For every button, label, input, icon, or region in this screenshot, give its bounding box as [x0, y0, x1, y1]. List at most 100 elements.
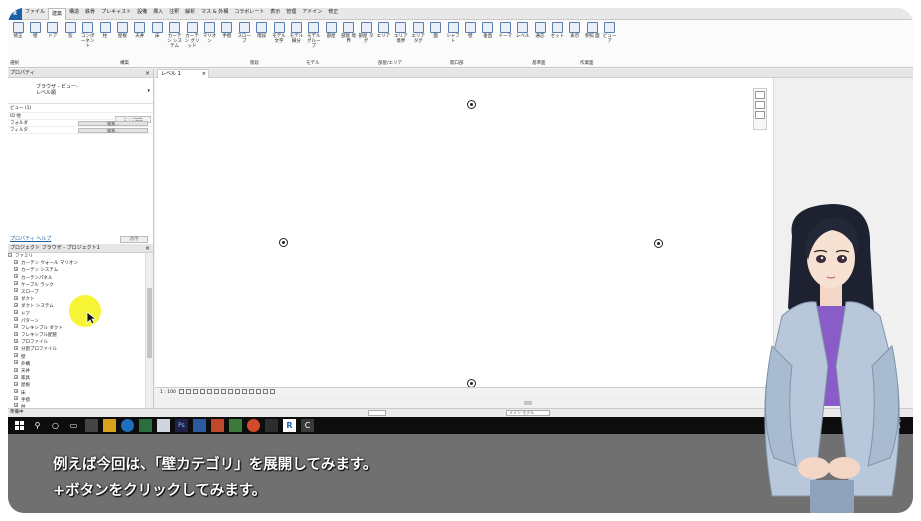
tree-item[interactable]: + 家具 [8, 374, 146, 382]
ribbon-button[interactable]: 床 [149, 22, 165, 39]
expand-icon[interactable]: + [14, 302, 18, 307]
elevation-marker-west[interactable] [279, 238, 288, 247]
ribbon-button[interactable]: 通芯 [532, 22, 548, 39]
app-c-icon[interactable]: C [301, 419, 314, 432]
ribbon-tab[interactable]: 表示 [267, 8, 283, 20]
ribbon-button[interactable]: スロープ [236, 22, 252, 44]
tree-item[interactable]: + 屋根 [8, 381, 146, 389]
revit-icon[interactable]: R [283, 419, 296, 432]
ribbon-button[interactable]: 部屋 境界 [341, 22, 357, 44]
ribbon-button[interactable]: 柱 [97, 22, 113, 39]
tree-item[interactable]: + フレキシブル ダクト [8, 324, 146, 332]
app-icon[interactable] [139, 419, 152, 432]
view-control-icon[interactable] [249, 389, 255, 394]
store-icon[interactable] [157, 419, 170, 432]
ribbon-tab[interactable]: 建築 [48, 8, 67, 20]
instance-filter[interactable]: ビュー (1) [8, 104, 153, 113]
tree-item[interactable]: + 天井 [8, 367, 146, 375]
expand-icon[interactable]: + [14, 288, 18, 293]
app-icon[interactable] [85, 419, 98, 432]
view-control-icon[interactable] [179, 389, 185, 394]
ribbon-button[interactable]: カーテン システム [167, 22, 183, 49]
tree-item[interactable]: + ケーブル ラック [8, 281, 146, 289]
tree-item[interactable]: + 手摺 [8, 396, 146, 404]
chevron-down-icon[interactable]: ▾ [147, 88, 150, 94]
ribbon-button[interactable]: ドア [45, 22, 61, 39]
view-control-icon[interactable] [263, 389, 269, 394]
browser-scrollbar[interactable] [145, 253, 153, 412]
ribbon-button[interactable]: 部屋 [323, 22, 339, 39]
task-view-icon[interactable]: ▭ [67, 419, 80, 432]
view-control-icon[interactable] [242, 389, 248, 394]
search-icon[interactable]: ⚲ [31, 419, 44, 432]
tree-item[interactable]: + フレキシブル配管 [8, 331, 146, 339]
ribbon-tab[interactable]: マス & 外構 [198, 8, 231, 20]
ribbon-button[interactable]: シャフト [445, 22, 461, 44]
ribbon-button[interactable]: セット [549, 22, 565, 39]
drawing-canvas[interactable] [155, 78, 773, 388]
file-explorer-icon[interactable] [103, 419, 116, 432]
ribbon-button[interactable]: ビューア [602, 22, 618, 44]
view-control-icon[interactable] [214, 389, 220, 394]
chrome-icon[interactable] [247, 419, 260, 432]
tree-item[interactable]: + 床 [8, 389, 146, 397]
ribbon-button[interactable]: モデル 文字 [271, 22, 287, 44]
app-icon[interactable] [265, 419, 278, 432]
view-control-icon[interactable] [207, 389, 213, 394]
type-selector[interactable]: ブラウザ - ビュー- レベル順 ▾ [8, 78, 153, 104]
ribbon-tab[interactable]: 管理 [283, 8, 299, 20]
ribbon-button[interactable]: 表示 [567, 22, 583, 39]
collapse-icon[interactable]: − [8, 253, 12, 257]
ribbon-button[interactable]: モデル グループ [306, 22, 322, 49]
ribbon-tab[interactable]: 設備 [134, 8, 150, 20]
ribbon-tab[interactable]: 修正 [325, 8, 341, 20]
ribbon-button[interactable]: 屋根 [114, 22, 130, 39]
property-edit-button[interactable]: 編集... [78, 121, 148, 126]
zoom-icon[interactable] [755, 101, 765, 109]
close-icon[interactable]: × [145, 69, 150, 78]
scrollbar-thumb[interactable] [147, 288, 152, 358]
expand-icon[interactable]: + [14, 310, 18, 314]
ribbon-tab[interactable]: プレキャスト [98, 8, 134, 20]
tree-item[interactable]: + カーテン システム [8, 266, 146, 274]
view-scale[interactable]: 1 : 100 [160, 390, 176, 395]
ribbon-button[interactable]: ドーマ [497, 22, 513, 39]
ribbon-button[interactable]: 壁 [27, 22, 43, 39]
tree-item[interactable]: + カーテンパネル [8, 274, 146, 282]
property-edit-button[interactable]: 編集... [78, 128, 148, 133]
ribbon-tab[interactable]: コラボレート [231, 8, 267, 20]
design-option-selector[interactable]: メイン モデル [506, 410, 550, 416]
ribbon-button[interactable]: 手摺 [219, 22, 235, 39]
ribbon-tab[interactable]: 鉄骨 [82, 8, 98, 20]
ribbon-button[interactable]: 壁 [462, 22, 478, 39]
tree-item[interactable]: + スロープ [8, 288, 146, 296]
ribbon-button[interactable]: カーテン グリッド [184, 22, 200, 49]
expand-icon[interactable]: + [14, 345, 18, 350]
ribbon-button[interactable]: 部屋 タグ [358, 22, 374, 44]
expand-icon[interactable]: + [14, 324, 18, 329]
tree-item[interactable]: + カーテン ウォール マリオン [8, 259, 146, 267]
ribbon-tab[interactable]: 注釈 [166, 8, 182, 20]
close-icon[interactable]: × [145, 244, 150, 253]
ribbon-button[interactable]: 修正 [10, 22, 26, 39]
close-icon[interactable]: × [202, 70, 206, 78]
ribbon-button[interactable]: 参照 面 [584, 22, 600, 39]
tree-item[interactable]: + 外構 [8, 360, 146, 368]
expand-icon[interactable]: + [14, 266, 18, 271]
ribbon-tab[interactable]: アドイン [299, 8, 325, 20]
expand-icon[interactable]: + [14, 281, 18, 286]
ribbon-button[interactable]: エリア [375, 22, 391, 39]
photoshop-icon[interactable]: Ps [175, 419, 188, 432]
expand-icon[interactable]: + [14, 389, 18, 394]
ribbon-tab[interactable]: 挿入 [150, 8, 166, 20]
ribbon-tab[interactable]: 解析 [182, 8, 198, 20]
elevation-marker-east[interactable] [654, 239, 663, 248]
expand-icon[interactable]: + [14, 317, 18, 322]
powerpoint-icon[interactable] [211, 419, 224, 432]
view-horizontal-scrollbar[interactable] [308, 400, 768, 406]
ribbon-button[interactable]: 窓 [62, 22, 78, 39]
edge-browser-icon[interactable] [121, 419, 134, 432]
view-cube-icon[interactable] [755, 91, 765, 99]
expand-icon[interactable]: + [14, 274, 18, 279]
view-control-icon[interactable] [186, 389, 192, 394]
